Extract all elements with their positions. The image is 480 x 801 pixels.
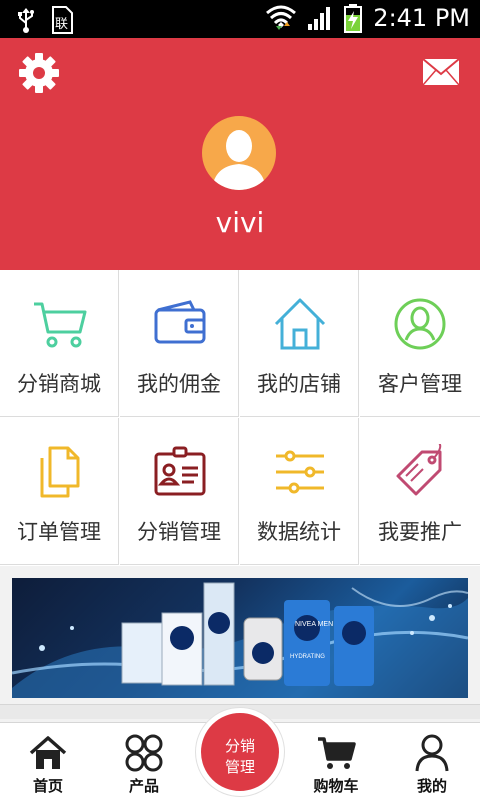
- wifi-icon: [266, 5, 297, 30]
- grid-item-distribution-management[interactable]: 分销管理: [120, 418, 239, 565]
- promo-banner[interactable]: NIVEA MEN HYDRATING: [12, 578, 468, 698]
- tab-home[interactable]: 首页: [0, 723, 96, 801]
- home-icon: [29, 736, 67, 769]
- avatar[interactable]: [202, 116, 276, 190]
- grid-item-label: 我要推广: [378, 520, 462, 544]
- mail-icon[interactable]: [422, 58, 460, 86]
- user-icon: [415, 734, 449, 772]
- grid-item-customer-management[interactable]: 客户管理: [360, 270, 480, 417]
- sliders-icon: [276, 450, 324, 494]
- battery-charging-icon: [344, 4, 363, 33]
- banner-image: NIVEA MEN HYDRATING: [12, 582, 468, 698]
- username: vivi: [215, 206, 265, 239]
- sim-label: 联: [55, 17, 68, 32]
- tab-label: 产品: [128, 777, 159, 795]
- sim-card-icon: 联: [52, 6, 73, 34]
- function-grid: 分销商城 我的佣金 我的店铺 客户管理 订单管理 分销管理 数据统计 我要推广: [0, 270, 480, 566]
- tab-cart[interactable]: 购物车: [288, 723, 384, 801]
- grid-item-label: 分销商城: [17, 372, 101, 396]
- grid-item-label: 数据统计: [257, 520, 341, 544]
- grid-item-data-statistics[interactable]: 数据统计: [240, 418, 359, 565]
- grid-item-promote[interactable]: 我要推广: [360, 418, 480, 565]
- grid-circles-icon: [125, 734, 163, 772]
- tab-mine[interactable]: 我的: [384, 723, 480, 801]
- tab-products[interactable]: 产品: [96, 723, 192, 801]
- grid-item-my-commission[interactable]: 我的佣金: [120, 270, 239, 417]
- user-silhouette-icon: [212, 130, 266, 190]
- distribution-management-button[interactable]: 分销 管理: [196, 708, 284, 796]
- status-time: 2:41 PM: [373, 4, 470, 32]
- usb-icon: [18, 8, 34, 33]
- cart-icon: [318, 737, 356, 769]
- grid-item-label: 我的店铺: [257, 372, 341, 396]
- id-card-icon: [154, 446, 206, 496]
- banner-brand: NIVEA MEN: [295, 621, 333, 628]
- grid-item-label: 我的佣金: [137, 372, 221, 396]
- status-bar: 联 2:41 PM: [0, 0, 480, 38]
- signal-icon: [308, 7, 331, 30]
- house-icon: [274, 298, 326, 350]
- grid-item-label: 分销管理: [137, 520, 221, 544]
- grid-item-label: 订单管理: [17, 520, 101, 544]
- grid-item-label: 客户管理: [378, 372, 462, 396]
- tag-icon: [396, 444, 442, 496]
- profile-header: vivi: [0, 38, 480, 270]
- tab-label: 购物车: [313, 777, 359, 795]
- documents-icon: [40, 446, 80, 498]
- grid-item-distribution-mall[interactable]: 分销商城: [0, 270, 119, 417]
- center-button-line2: 管理: [224, 758, 255, 776]
- user-circle-icon: [394, 298, 446, 350]
- gear-icon[interactable]: [18, 52, 60, 94]
- banner-product-line: HYDRATING: [290, 654, 325, 660]
- cart-icon: [34, 302, 87, 348]
- wallet-icon: [154, 300, 206, 344]
- grid-item-my-store[interactable]: 我的店铺: [240, 270, 359, 417]
- tab-label: 我的: [416, 777, 447, 795]
- tab-label: 首页: [32, 777, 63, 795]
- center-button-line1: 分销: [224, 737, 255, 755]
- grid-item-order-management[interactable]: 订单管理: [0, 418, 119, 565]
